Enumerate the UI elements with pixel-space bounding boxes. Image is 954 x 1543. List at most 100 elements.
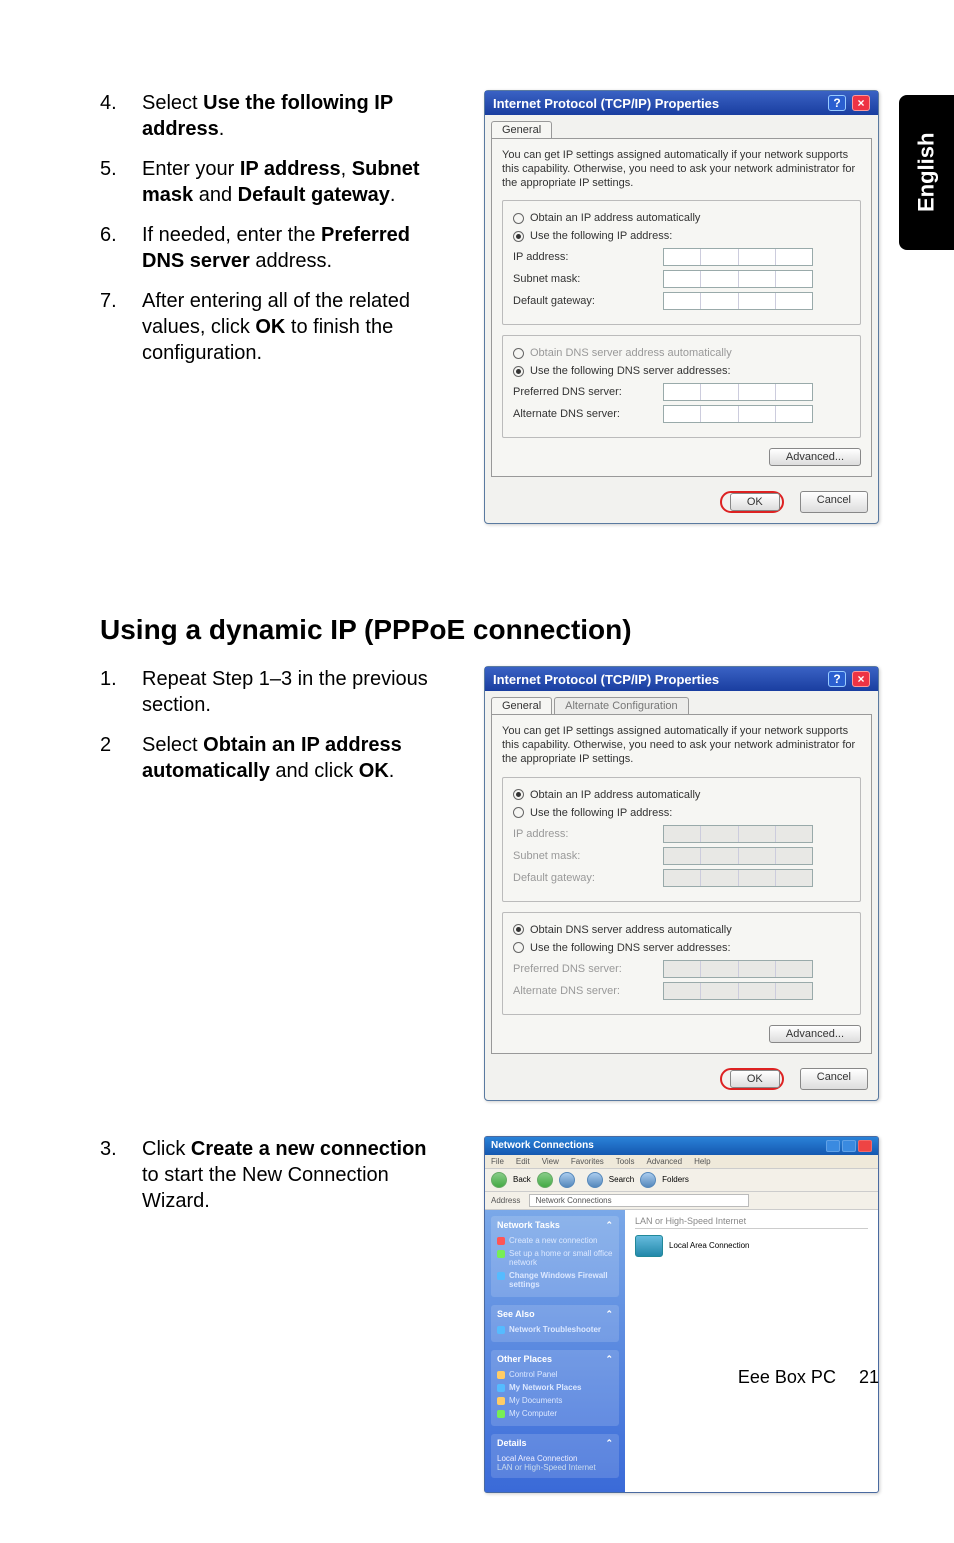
step-text: After entering all of the related values… [142, 288, 435, 366]
connection-label: Local Area Connection [669, 1241, 750, 1250]
folders-icon[interactable] [640, 1172, 656, 1188]
cancel-button[interactable]: Cancel [800, 491, 868, 513]
footer-page-number: 21 [859, 1367, 879, 1387]
network-tasks-block: Network Tasks⌃ Create a new connection S… [491, 1216, 619, 1297]
menu-file[interactable]: File [491, 1157, 504, 1166]
close-button[interactable]: × [852, 671, 870, 687]
place-my-documents[interactable]: My Documents [497, 1394, 613, 1407]
task-setup-network[interactable]: Set up a home or small office network [497, 1247, 613, 1269]
steps-list-b: 1. Repeat Step 1–3 in the previous secti… [100, 666, 435, 784]
nc-title-text: Network Connections [491, 1140, 594, 1151]
details-heading: Details [497, 1438, 527, 1449]
page-footer: Eee Box PC 21 [738, 1367, 879, 1388]
nc-menubar: File Edit View Favorites Tools Advanced … [485, 1155, 878, 1169]
step-text: Repeat Step 1–3 in the previous section. [142, 666, 435, 718]
other-places-block: Other Places⌃ Control Panel My Network P… [491, 1350, 619, 1426]
step-b1: 1. Repeat Step 1–3 in the previous secti… [100, 666, 435, 718]
close-button[interactable] [858, 1140, 872, 1152]
minimize-button[interactable] [826, 1140, 840, 1152]
ok-button[interactable]: OK [730, 1070, 780, 1088]
radio-auto-dns[interactable] [513, 924, 524, 935]
step-number: 1. [100, 666, 142, 718]
label-pref-dns: Preferred DNS server: [513, 386, 663, 398]
radio-use-ip[interactable] [513, 807, 524, 818]
label-auto-dns: Obtain DNS server address automatically [530, 347, 732, 359]
nc-sidepane: Network Tasks⌃ Create a new connection S… [485, 1210, 625, 1492]
address-label: Address [491, 1196, 520, 1205]
details-line1: Local Area Connection [497, 1452, 613, 1463]
language-tab: English [899, 95, 954, 250]
radio-auto-ip[interactable] [513, 213, 524, 224]
connection-icon [635, 1235, 663, 1257]
step-6: 6. If needed, enter the Preferred DNS se… [100, 222, 435, 274]
dialog-titlebar: Internet Protocol (TCP/IP) Properties ? … [485, 667, 878, 691]
label-auto-dns: Obtain DNS server address automatically [530, 924, 732, 936]
folders-label: Folders [662, 1175, 689, 1184]
nc-mainpane: LAN or High-Speed Internet Local Area Co… [625, 1210, 878, 1492]
input-gateway [663, 869, 813, 887]
place-control-panel[interactable]: Control Panel [497, 1368, 613, 1381]
advanced-button[interactable]: Advanced... [769, 1025, 861, 1043]
other-places-heading: Other Places [497, 1354, 552, 1365]
search-label: Search [609, 1175, 634, 1184]
radio-auto-ip[interactable] [513, 789, 524, 800]
radio-use-dns[interactable] [513, 366, 524, 377]
label-use-ip: Use the following IP address: [530, 230, 672, 242]
menu-edit[interactable]: Edit [516, 1157, 530, 1166]
menu-advanced[interactable]: Advanced [646, 1157, 682, 1166]
tcpip-dialog-static: Internet Protocol (TCP/IP) Properties ? … [484, 90, 879, 524]
label-use-dns: Use the following DNS server addresses: [530, 942, 731, 954]
help-button[interactable]: ? [828, 671, 846, 687]
step-7: 7. After entering all of the related val… [100, 288, 435, 366]
network-connections-window: Network Connections File Edit View Favor… [484, 1136, 879, 1493]
label-auto-ip: Obtain an IP address automatically [530, 789, 700, 801]
input-alt-dns[interactable] [663, 405, 813, 423]
label-pref-dns: Preferred DNS server: [513, 963, 663, 975]
connection-item[interactable]: Local Area Connection [635, 1235, 868, 1257]
category-header: LAN or High-Speed Internet [635, 1216, 868, 1229]
step-text: Click Create a new connection to start t… [142, 1136, 435, 1214]
step-text: Enter your IP address, Subnet mask and D… [142, 156, 435, 208]
tab-general[interactable]: General [491, 121, 552, 138]
ok-highlight: OK [720, 1068, 784, 1090]
tcpip-dialog-auto: Internet Protocol (TCP/IP) Properties ? … [484, 666, 879, 1100]
network-tasks-heading: Network Tasks [497, 1220, 560, 1231]
up-icon[interactable] [559, 1172, 575, 1188]
input-ip[interactable] [663, 248, 813, 266]
radio-use-dns[interactable] [513, 942, 524, 953]
ok-button[interactable]: OK [730, 493, 780, 511]
tab-general[interactable]: General [491, 697, 552, 714]
section-heading: Using a dynamic IP (PPPoE connection) [100, 614, 879, 646]
input-subnet[interactable] [663, 270, 813, 288]
radio-auto-dns [513, 348, 524, 359]
address-field[interactable]: Network Connections [529, 1194, 749, 1207]
close-button[interactable]: × [852, 95, 870, 111]
input-pref-dns[interactable] [663, 383, 813, 401]
dialog-title: Internet Protocol (TCP/IP) Properties [493, 96, 719, 111]
place-network-places[interactable]: My Network Places [497, 1381, 613, 1394]
back-icon[interactable] [491, 1172, 507, 1188]
task-firewall[interactable]: Change Windows Firewall settings [497, 1269, 613, 1291]
see-troubleshooter[interactable]: Network Troubleshooter [497, 1323, 613, 1336]
advanced-button[interactable]: Advanced... [769, 448, 861, 466]
step-number: 7. [100, 288, 142, 366]
dialog-intro: You can get IP settings assigned automat… [502, 725, 861, 766]
maximize-button[interactable] [842, 1140, 856, 1152]
menu-help[interactable]: Help [694, 1157, 710, 1166]
input-gateway[interactable] [663, 292, 813, 310]
menu-tools[interactable]: Tools [616, 1157, 635, 1166]
menu-view[interactable]: View [542, 1157, 559, 1166]
place-my-computer[interactable]: My Computer [497, 1407, 613, 1420]
label-use-dns: Use the following DNS server addresses: [530, 365, 731, 377]
forward-icon[interactable] [537, 1172, 553, 1188]
tab-alternate[interactable]: Alternate Configuration [554, 697, 689, 714]
menu-favorites[interactable]: Favorites [571, 1157, 604, 1166]
see-also-heading: See Also [497, 1309, 535, 1320]
task-create-connection[interactable]: Create a new connection [497, 1234, 613, 1247]
search-icon[interactable] [587, 1172, 603, 1188]
radio-use-ip[interactable] [513, 231, 524, 242]
cancel-button[interactable]: Cancel [800, 1068, 868, 1090]
label-auto-ip: Obtain an IP address automatically [530, 212, 700, 224]
label-use-ip: Use the following IP address: [530, 807, 672, 819]
help-button[interactable]: ? [828, 95, 846, 111]
